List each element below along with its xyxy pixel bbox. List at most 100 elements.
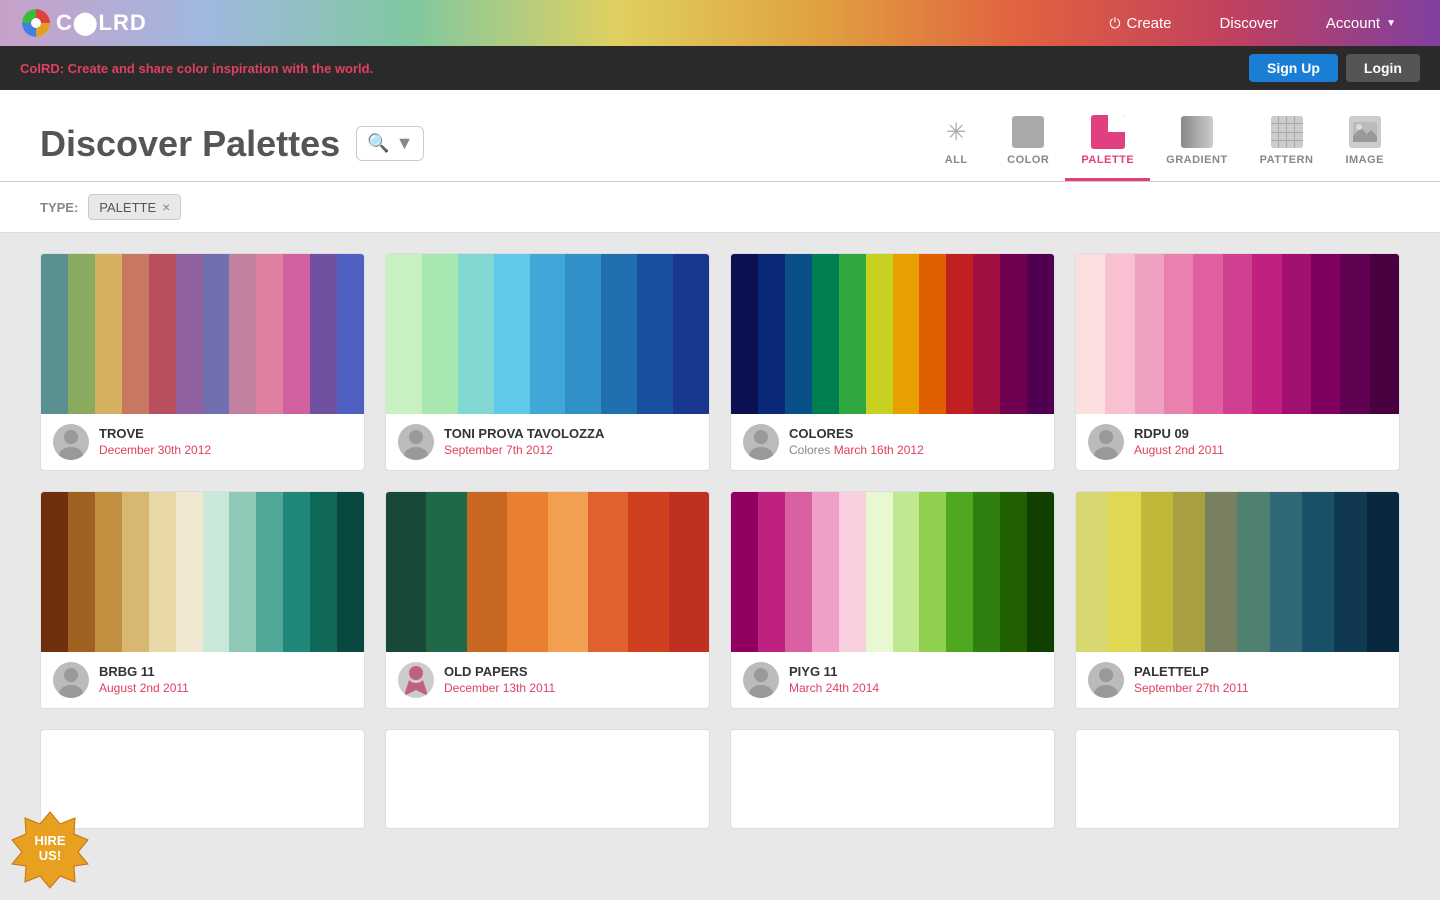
type-filter-label: TYPE: [40, 200, 78, 215]
swatch-color [426, 492, 466, 652]
palette-card[interactable]: COLORESColores March 16th 2012 [730, 253, 1055, 471]
swatch-color [1367, 492, 1399, 652]
palette-date: December 30th 2012 [99, 441, 352, 459]
promo-bar: ColRD: Create and share color inspiratio… [0, 46, 1440, 90]
swatch-color [310, 492, 337, 652]
palette-card[interactable]: TONI PROVA TAVOLOZZASeptember 7th 2012 [385, 253, 710, 471]
swatch-color [637, 254, 673, 414]
filter-palette[interactable]: PALETTE [1065, 106, 1150, 181]
swatch-color [1270, 492, 1302, 652]
swatch-color [919, 254, 946, 414]
palette-filter-tag[interactable]: PALETTE × [88, 194, 181, 220]
create-nav-button[interactable]: ⏻ Create [1085, 0, 1195, 46]
palette-swatch [731, 254, 1054, 414]
search-icon: 🔍 [367, 133, 389, 154]
main-header: C⬤LRD ⏻ Create Discover Account ▼ [0, 0, 1440, 46]
swatch-color [1193, 254, 1222, 414]
swatch-color [386, 254, 422, 414]
palette-name: BRBG 11 [99, 664, 352, 679]
swatch-color [122, 492, 149, 652]
palette-swatch [41, 492, 364, 652]
promo-buttons: Sign Up Login [1249, 54, 1420, 82]
swatch-color [565, 254, 601, 414]
swatch-color [149, 254, 176, 414]
palette-card[interactable]: OLD PAPERSDecember 13th 2011 [385, 491, 710, 709]
close-icon[interactable]: × [162, 199, 170, 215]
swatch-color [1141, 492, 1173, 652]
palette-meta: COLORESColores March 16th 2012 [789, 426, 1042, 459]
palette-icon [1091, 115, 1125, 149]
palette-date: September 7th 2012 [444, 441, 697, 459]
palette-meta: TONI PROVA TAVOLOZZASeptember 7th 2012 [444, 426, 697, 459]
filter-icons: ✳ ALL COLOR [921, 106, 1400, 181]
svg-text:US!: US! [39, 848, 61, 863]
logo[interactable]: C⬤LRD [20, 7, 147, 39]
palette-card[interactable]: PALETTELPSeptember 27th 2011 [1075, 491, 1400, 709]
account-nav-button[interactable]: Account ▼ [1302, 0, 1420, 46]
swatch-color [812, 492, 839, 652]
swatch-color [337, 492, 364, 652]
filter-pattern[interactable]: PATTERN [1244, 106, 1330, 181]
palette-meta: TROVEDecember 30th 2012 [99, 426, 352, 459]
filter-gradient[interactable]: GRADIENT [1150, 106, 1243, 181]
swatch-color [785, 492, 812, 652]
swatch-color [41, 254, 68, 414]
avatar [53, 424, 89, 460]
swatch-color [946, 492, 973, 652]
palette-date: August 2nd 2011 [99, 679, 352, 697]
palette-info: RDPU 09August 2nd 2011 [1076, 414, 1399, 470]
swatch-color [256, 254, 283, 414]
promo-text: ColRD: Create and share color inspiratio… [20, 61, 373, 76]
swatch-color [1000, 492, 1027, 652]
search-button[interactable]: 🔍 ▼ [356, 126, 424, 161]
palette-date: September 27th 2011 [1134, 679, 1387, 697]
swatch-color [41, 492, 68, 652]
swatch-color [494, 254, 530, 414]
swatch-color [1311, 254, 1340, 414]
swatch-color [1205, 492, 1237, 652]
swatch-color [1000, 254, 1027, 414]
swatch-color [1340, 254, 1369, 414]
swatch-color [731, 492, 758, 652]
swatch-color [229, 492, 256, 652]
page-title: Discover Palettes [40, 123, 340, 165]
swatch-color [1076, 254, 1105, 414]
palette-card[interactable]: TROVEDecember 30th 2012 [40, 253, 365, 471]
discover-nav-button[interactable]: Discover [1196, 0, 1302, 46]
svg-text:HIRE: HIRE [34, 833, 65, 848]
swatch-color [1252, 254, 1281, 414]
swatch-color [176, 492, 203, 652]
palette-card[interactable]: BRBG 11August 2nd 2011 [40, 491, 365, 709]
avatar [743, 424, 779, 460]
filter-color[interactable]: COLOR [991, 106, 1065, 181]
palette-card[interactable]: RDPU 09August 2nd 2011 [1075, 253, 1400, 471]
palette-date: March 24th 2014 [789, 679, 1042, 697]
palette-name: OLD PAPERS [444, 664, 697, 679]
palette-grid: TROVEDecember 30th 2012 TONI PROVA TAVOL… [0, 233, 1440, 849]
login-button[interactable]: Login [1346, 54, 1420, 82]
palette-card[interactable] [1075, 729, 1400, 829]
swatch-color [386, 492, 426, 652]
swatch-color [1370, 254, 1399, 414]
swatch-color [601, 254, 637, 414]
power-icon: ⏻ [1109, 15, 1120, 32]
palette-info: COLORESColores March 16th 2012 [731, 414, 1054, 470]
avatar [743, 662, 779, 698]
swatch-color [229, 254, 256, 414]
palette-name: PIYG 11 [789, 664, 1042, 679]
swatch-color [1334, 492, 1366, 652]
filter-bar: TYPE: PALETTE × [0, 182, 1440, 233]
swatch-color [1076, 492, 1108, 652]
swatch-color [1173, 492, 1205, 652]
swatch-color [785, 254, 812, 414]
palette-swatch [1076, 730, 1399, 828]
palette-card[interactable]: PIYG 11March 24th 2014 [730, 491, 1055, 709]
signup-button[interactable]: Sign Up [1249, 54, 1338, 82]
hire-us-badge[interactable]: HIRE US! [10, 810, 90, 890]
filter-all[interactable]: ✳ ALL [921, 106, 991, 181]
palette-card[interactable] [385, 729, 710, 829]
palette-card[interactable] [730, 729, 1055, 829]
gradient-icon [1181, 116, 1213, 148]
filter-image[interactable]: IMAGE [1329, 106, 1400, 181]
swatch-color [530, 254, 566, 414]
